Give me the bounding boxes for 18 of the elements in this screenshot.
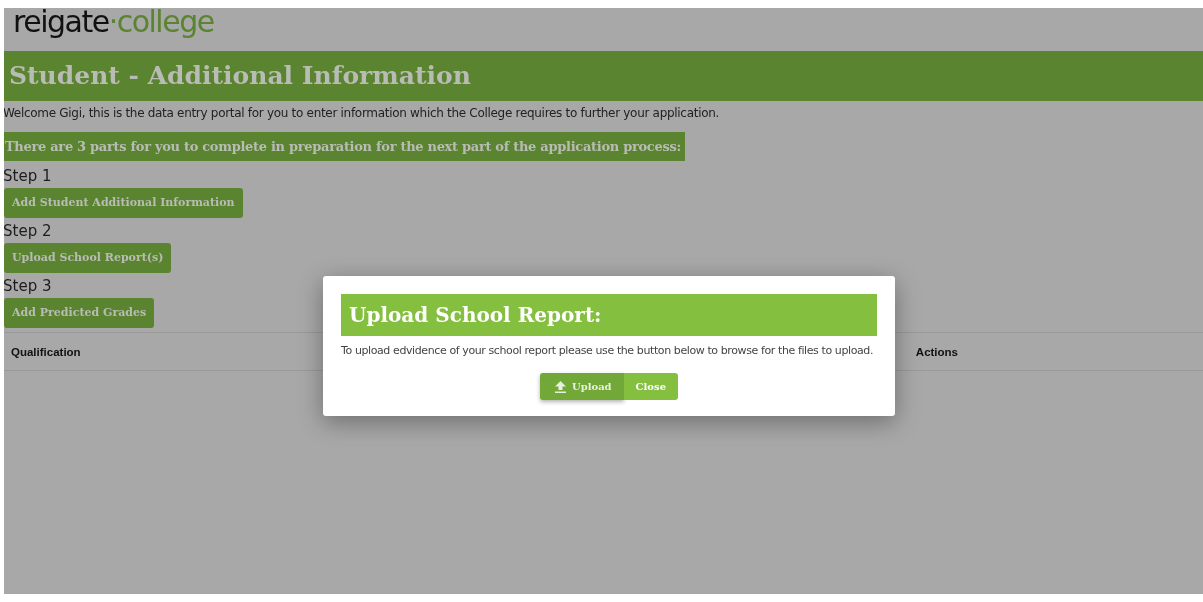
column-header: Actions xyxy=(915,345,958,358)
modal-title: Upload School Report: xyxy=(341,294,877,336)
step-button[interactable]: Upload School Report(s) xyxy=(4,243,172,273)
close-button[interactable]: Close xyxy=(623,373,679,400)
brand-suffix: ·college xyxy=(108,8,214,36)
step-button[interactable]: Add Student Additional Information xyxy=(4,188,243,218)
instructions-banner: There are 3 parts for you to complete in preparation for the next part of the application process: xyxy=(4,132,685,161)
brand-name: reigate xyxy=(13,8,109,36)
upload-icon xyxy=(554,380,566,393)
step-label: Step 1 xyxy=(4,167,52,185)
modal-message: To upload edvidence of your school report please use the button below to browse for the files to upload. xyxy=(341,343,874,359)
step-label: Step 3 xyxy=(4,277,52,295)
column-header: Qualification xyxy=(11,345,81,358)
page-title: Student - Additional Information xyxy=(4,51,1203,101)
upload-button[interactable]: Upload xyxy=(539,373,624,400)
welcome-text: Welcome Gigi, this is the data entry portal for you to enter information which the College requires to further your application. xyxy=(4,106,721,120)
step-label: Step 2 xyxy=(4,222,52,240)
step-button[interactable]: Add Predicted Grades xyxy=(4,298,155,328)
